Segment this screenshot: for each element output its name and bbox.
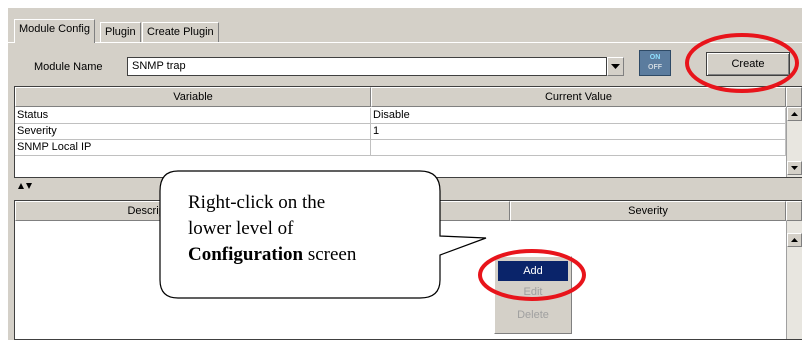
annotation-overlay bbox=[159, 33, 799, 301]
highlight-circle-create bbox=[685, 33, 799, 93]
callout-line-1: Right-click on the bbox=[188, 192, 326, 213]
callout-line-2: lower level of bbox=[188, 218, 294, 239]
callout-bold-word: Configuration bbox=[188, 244, 304, 265]
tab-module-config[interactable]: Module Config bbox=[14, 19, 95, 43]
highlight-circle-add bbox=[478, 249, 586, 301]
callout-text: Right-click on the lower level of Config… bbox=[188, 190, 428, 268]
callout-line-3: Configuration screen bbox=[188, 242, 428, 268]
callout-suffix: screen bbox=[303, 244, 357, 265]
